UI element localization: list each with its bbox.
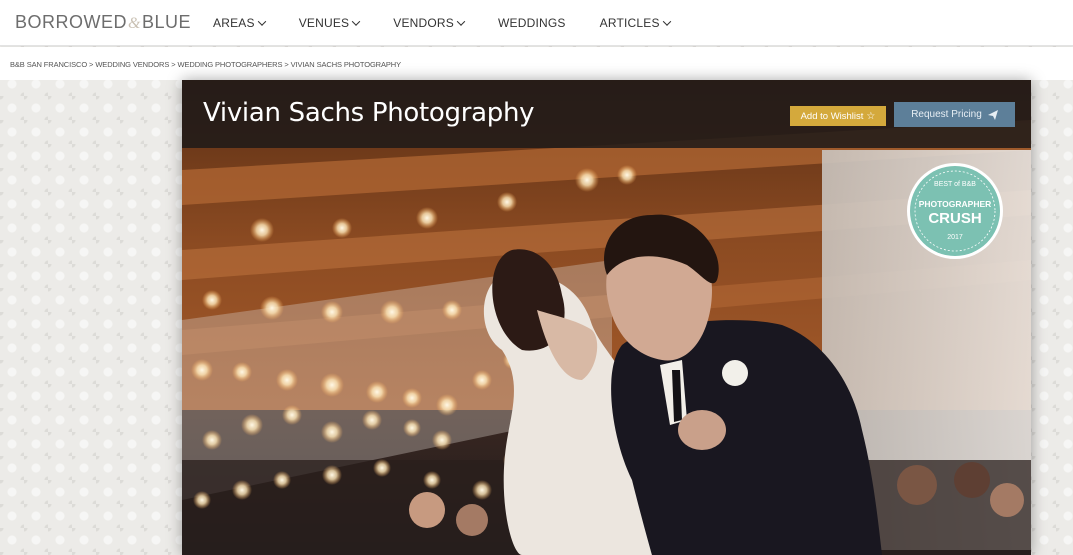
chevron-down-icon (257, 17, 266, 26)
badge-top-text: BEST of B&B (934, 181, 976, 188)
badge-line2: CRUSH (928, 210, 981, 227)
nav-weddings-label: WEDDINGS (498, 16, 566, 30)
nav-venues-label: VENUES (298, 16, 350, 30)
best-of-bb-badge: BEST of B&B PHOTOGRAPHER CRUSH 2017 (907, 163, 1003, 259)
badge-line1: PHOTOGRAPHER (919, 199, 992, 209)
breadcrumb: B&B SAN FRANCISCO > WEDDING VENDORS > WE… (10, 60, 401, 69)
breadcrumb-separator: > (282, 60, 291, 69)
breadcrumb-item-photographers[interactable]: WEDDING PHOTOGRAPHERS (178, 60, 283, 69)
chevron-down-icon (352, 17, 361, 26)
hero-photo (182, 80, 1031, 555)
add-to-wishlist-button[interactable]: Add to Wishlist ☆ (790, 106, 886, 126)
breadcrumb-item-current: VIVIAN SACHS PHOTOGRAPHY (290, 60, 402, 69)
nav-vendors[interactable]: VENDORS (393, 16, 466, 30)
nav-areas-label: AREAS (213, 16, 255, 30)
nav-articles[interactable]: ARTICLES (599, 16, 671, 30)
site-header: BORROWED&BLUE AREAS VENUES VENDORS WEDDI… (0, 0, 1073, 46)
breadcrumb-item-area[interactable]: B&B SAN FRANCISCO (10, 60, 87, 69)
star-outline-icon: ☆ (866, 110, 876, 122)
main-nav: AREAS VENUES VENDORS WEDDINGS ARTICLES (213, 0, 704, 46)
breadcrumb-separator: > (169, 60, 178, 69)
nav-weddings[interactable]: WEDDINGS (498, 16, 566, 30)
nav-venues[interactable]: VENUES (298, 16, 361, 30)
breadcrumb-item-vendors[interactable]: WEDDING VENDORS (95, 60, 169, 69)
site-logo[interactable]: BORROWED&BLUE (15, 12, 191, 33)
nav-articles-label: ARTICLES (599, 16, 660, 30)
nav-vendors-label: VENDORS (393, 16, 454, 30)
vendor-titlebar: Vivian Sachs Photography Add to Wishlist… (182, 80, 1031, 148)
vendor-hero: Vivian Sachs Photography Add to Wishlist… (182, 80, 1031, 555)
logo-word-blue: BLUE (141, 12, 191, 32)
request-pricing-button[interactable]: Request Pricing (894, 102, 1015, 127)
wishlist-label: Add to Wishlist (800, 110, 864, 122)
logo-word-borrowed: BORROWED (15, 12, 127, 32)
badge-year: 2017 (947, 234, 963, 241)
breadcrumb-bar: B&B SAN FRANCISCO > WEDDING VENDORS > WE… (0, 47, 1073, 80)
nav-areas[interactable]: AREAS (213, 16, 266, 30)
paper-plane-icon (987, 109, 998, 120)
chevron-down-icon (662, 17, 671, 26)
logo-ampersand: & (128, 15, 141, 32)
vendor-title: Vivian Sachs Photography (203, 98, 535, 128)
chevron-down-icon (456, 17, 466, 26)
pricing-label: Request Pricing (911, 109, 982, 120)
